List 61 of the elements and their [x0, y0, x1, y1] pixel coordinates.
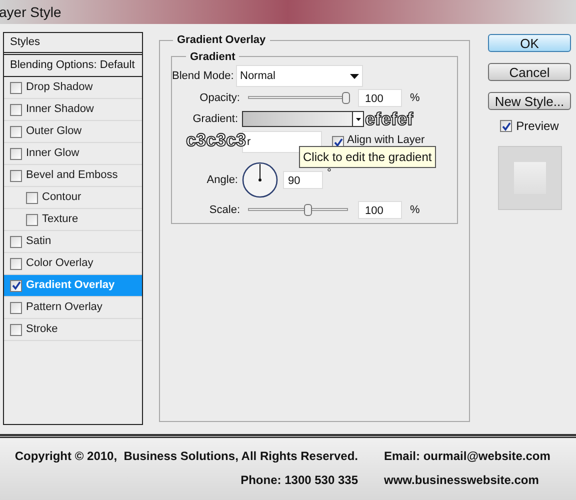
- slider-thumb[interactable]: [342, 92, 350, 104]
- slider-label: Opacity:: [198, 90, 241, 106]
- style-item[interactable]: Outer Glow: [4, 121, 142, 143]
- slider-track[interactable]: [246, 91, 350, 105]
- group-title: Gradient Overlay: [176, 33, 267, 48]
- checkbox[interactable]: [10, 258, 22, 270]
- group-title: Gradient: [189, 50, 236, 64]
- style-item[interactable]: Bevel and Emboss: [4, 165, 142, 187]
- email-text: Email: ourmail@website.com: [384, 448, 550, 465]
- checkbox[interactable]: [10, 324, 22, 336]
- checkbox[interactable]: [10, 126, 22, 138]
- checkbox[interactable]: [10, 148, 22, 160]
- checkbox[interactable]: [26, 214, 38, 226]
- slider-track[interactable]: [246, 203, 350, 217]
- style-item[interactable]: Satin: [4, 231, 142, 253]
- field-label: Angle:: [206, 172, 239, 188]
- checkbox[interactable]: [10, 104, 22, 116]
- checkmark-icon: [334, 138, 342, 146]
- checkbox[interactable]: [10, 236, 22, 248]
- checkbox[interactable]: [10, 82, 22, 94]
- style-item[interactable]: Contour: [4, 187, 142, 209]
- dropdown-caret-icon: [350, 74, 359, 78]
- phone-text: Phone: 1300 530 335: [240, 472, 358, 489]
- checkbox-label: Preview: [516, 118, 559, 135]
- value-field[interactable]: 100: [358, 89, 402, 107]
- value-field[interactable]: 90: [283, 171, 323, 189]
- blend-mode-dropdown[interactable]: Normal: [236, 65, 363, 87]
- dialog-button[interactable]: OK: [488, 34, 571, 52]
- checkbox[interactable]: [500, 120, 512, 132]
- checkbox[interactable]: [10, 170, 22, 182]
- checkmark-icon: [502, 122, 511, 130]
- unit-label: %: [410, 90, 420, 106]
- field-label: Gradient:: [192, 112, 239, 127]
- style-item[interactable]: Pattern Overlay: [4, 297, 142, 319]
- dropdown-caret-icon: [356, 118, 360, 120]
- color-annotation: efefef: [365, 110, 414, 128]
- style-item[interactable]: Texture: [4, 209, 142, 231]
- style-item[interactable]: Stroke: [4, 319, 142, 341]
- checkmark-icon: [12, 281, 20, 290]
- style-item[interactable]: Drop Shadow: [4, 77, 142, 99]
- checkbox[interactable]: [26, 192, 38, 204]
- gradient-picker[interactable]: [242, 111, 364, 127]
- slider-thumb[interactable]: [304, 204, 312, 216]
- dialog-button[interactable]: New Style...: [488, 92, 571, 110]
- slider-label: Scale:: [208, 202, 241, 218]
- style-item[interactable]: Inner Glow: [4, 143, 142, 165]
- checkbox[interactable]: [10, 302, 22, 314]
- website-link[interactable]: www.businesswebsite.com: [384, 471, 550, 489]
- style-item[interactable]: Inner Shadow: [4, 99, 142, 121]
- unit-label: %: [410, 202, 420, 218]
- value-field[interactable]: 100: [358, 201, 402, 219]
- copyright-text: Copyright © 2010, Business Solutions, All Rights Reserved.: [14, 448, 358, 465]
- dialog-button[interactable]: Cancel: [488, 63, 571, 81]
- styles-header: Styles: [4, 32, 142, 55]
- checkbox-label: Align with Layer: [347, 133, 425, 148]
- angle-dial-icon[interactable]: [242, 162, 278, 198]
- tooltip: Click to edit the gradient: [299, 146, 436, 168]
- blending-options-item[interactable]: Blending Options: Default: [4, 55, 142, 77]
- unit-label: °: [327, 166, 332, 181]
- field-label: Blend Mode:: [172, 68, 235, 84]
- checkbox[interactable]: [10, 280, 22, 292]
